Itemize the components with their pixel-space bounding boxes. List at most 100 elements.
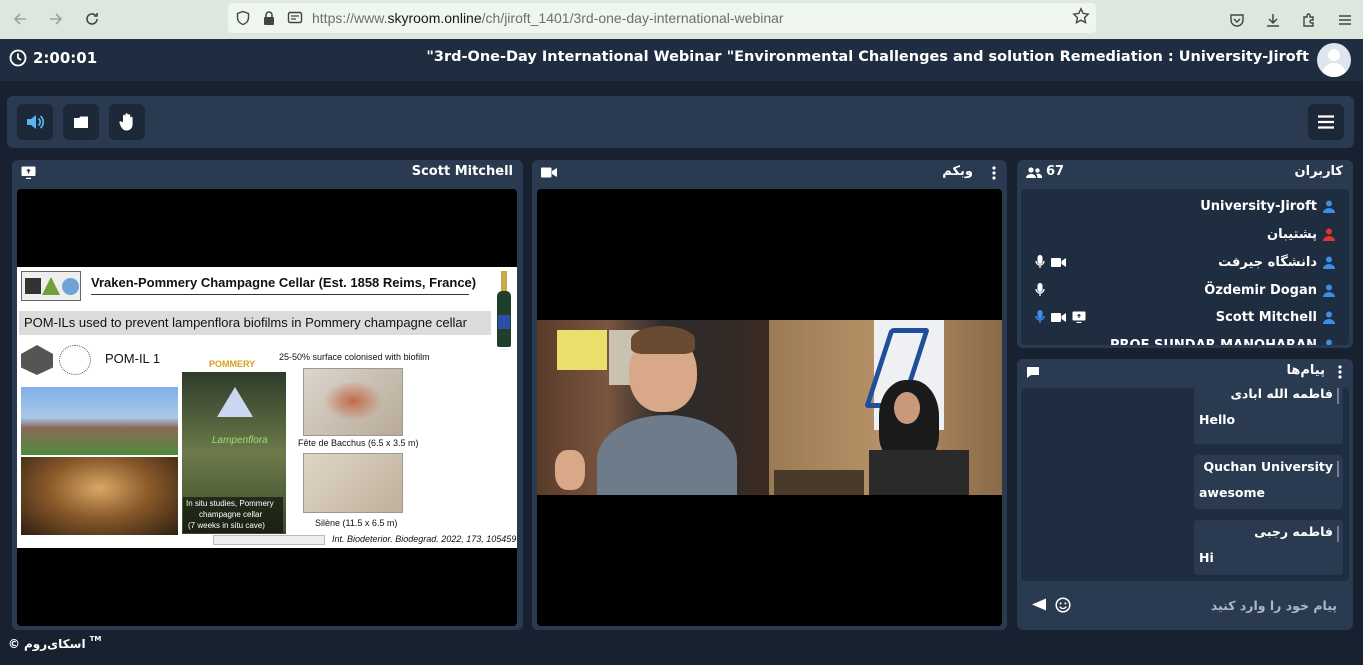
cellar-tunnel-photo (21, 457, 178, 535)
speaker-button[interactable] (17, 104, 53, 140)
chat-message: Quchan University awesome (1194, 455, 1343, 509)
user-row[interactable]: PROF SUNDAR MANOHARAN (1110, 334, 1335, 345)
more-options-icon[interactable] (992, 166, 996, 180)
hand-icon (119, 113, 133, 131)
hamburger-icon (1318, 115, 1334, 129)
chat-input[interactable] (1077, 592, 1337, 618)
user-row[interactable]: پشتیبان (1267, 223, 1335, 245)
user-row[interactable]: University-Jiroft (1200, 195, 1335, 217)
user-media-status (1035, 255, 1066, 269)
user-icon (1326, 339, 1332, 345)
chat-bubble-icon (1027, 367, 1039, 378)
user-name: Özdemir Dogan (1204, 282, 1317, 298)
forward-button[interactable] (38, 1, 74, 37)
light-glow (217, 387, 253, 417)
user-icon (1323, 256, 1335, 269)
arrow-right-icon (50, 13, 63, 25)
compound-label: POM-IL 1 (105, 351, 161, 366)
address-bar[interactable]: https://www.skyroom.online/ch/jiroft_140… (228, 3, 1096, 33)
chat-message: فاطمه الله آبادی Hello (1194, 388, 1343, 444)
user-media-status (1035, 310, 1086, 324)
user-name: دانشگاه جیرفت (1218, 254, 1317, 270)
pocket-icon (1230, 13, 1244, 27)
presenter-name: Scott Mitchell (411, 164, 513, 179)
users-list[interactable]: University-Jiroft پشتیبان دانشگاه جیرفت Özd… (1021, 189, 1349, 345)
url-text: https://www.skyroom.online/ch/jiroft_140… (312, 10, 784, 26)
user-icon (1323, 200, 1335, 213)
users-icon (1026, 167, 1042, 178)
chat-messages[interactable]: فاطمه الله آبادی Hello Quchan University… (1021, 388, 1349, 581)
camera-icon (1051, 257, 1066, 267)
shield-icon[interactable] (232, 7, 254, 29)
user-icon (1323, 311, 1335, 324)
controls-toolbar (7, 96, 1354, 148)
slide-heading: Vraken-Pommery Champagne Cellar (Est. 18… (91, 275, 477, 290)
message-sender: فاطمه رجبی (1254, 524, 1333, 539)
chat-message: فاطمه رجبی Hi (1194, 520, 1343, 575)
downloads-button[interactable] (1255, 2, 1291, 38)
bookmark-star-icon[interactable] (1072, 7, 1090, 29)
screen-share-viewport[interactable]: Vraken-Pommery Champagne Cellar (Est. 18… (17, 189, 517, 626)
camera-icon (1051, 312, 1066, 322)
insitu-note-2: champagne cellar (199, 510, 263, 519)
arrow-left-icon (13, 13, 26, 25)
footer-brand: © اسکای‌روم TM (8, 635, 102, 651)
user-row[interactable]: Özdemir Dogan (1204, 279, 1335, 301)
chat-panel: پیام‌ها فاطمه الله آبادی Hello Quchan Un… (1017, 359, 1353, 630)
pommery-estate-photo (21, 387, 178, 455)
message-text: Hello (1199, 412, 1236, 427)
raise-hand-button[interactable] (109, 104, 145, 140)
citation: Int. Biodeterior. Biodegrad. 2022, 173, … (332, 534, 517, 544)
microphone-icon (1035, 283, 1045, 296)
biofilm-stain (323, 381, 383, 421)
send-icon[interactable] (1032, 598, 1046, 611)
cation-image (59, 345, 91, 375)
webcam-panel: وبکم (532, 160, 1007, 630)
message-text: awesome (1199, 485, 1265, 500)
browser-menu-button[interactable] (1327, 2, 1363, 38)
more-options-icon[interactable] (1338, 365, 1342, 379)
silene-carving-photo (303, 453, 403, 513)
chat-title: پیام‌ها (1286, 363, 1326, 378)
user-icon (1323, 228, 1335, 241)
timer-value: 2:00:01 (33, 49, 98, 67)
insitu-note-1: In situ studies, Pommery (186, 499, 274, 508)
emoji-icon[interactable] (1055, 597, 1071, 613)
webcam-feed-speaker (537, 320, 769, 495)
main-menu-button[interactable] (1308, 104, 1344, 140)
browser-toolbar: https://www.skyroom.online/ch/jiroft_140… (0, 0, 1363, 39)
brand-label: POMMERY (209, 359, 256, 369)
caption-silene: Silène (11.5 x 6.5 m) (315, 518, 398, 528)
reload-icon (86, 13, 98, 25)
speaker-icon (27, 115, 45, 129)
webcam-viewport[interactable] (537, 189, 1002, 626)
extensions-button[interactable] (1291, 2, 1327, 38)
speaker-sweater (597, 415, 737, 495)
molecule-image (21, 345, 53, 375)
users-panel: 67 کاربران University-Jiroft پشتیبان دانشگ… (1017, 160, 1353, 348)
permissions-icon[interactable] (284, 7, 306, 29)
user-row[interactable]: Scott Mitchell (1216, 306, 1335, 328)
message-sender: Quchan University (1203, 459, 1334, 474)
reload-button[interactable] (74, 1, 110, 37)
user-row[interactable]: دانشگاه جیرفت (1218, 251, 1335, 273)
meeting-title: "3rd-One-Day International Webinar "Envi… (426, 49, 1309, 65)
trademark: TM (89, 635, 102, 643)
screen-share-panel: Scott Mitchell Vraken-Pommery Champagne … (12, 160, 523, 630)
pocket-button[interactable] (1219, 2, 1255, 38)
avatar[interactable] (1317, 43, 1351, 77)
presentation-slide: Vraken-Pommery Champagne Cellar (Est. 18… (17, 267, 517, 548)
video-camera-icon (541, 167, 557, 178)
champagne-bottle (495, 271, 513, 347)
user-icon (1323, 284, 1335, 297)
webcam-feed-host (769, 320, 1002, 495)
user-media-status (1035, 283, 1045, 297)
back-button[interactable] (2, 1, 38, 37)
brand-name: اسکای‌روم (24, 637, 86, 651)
microphone-icon (1035, 255, 1045, 268)
screen-share-icon (21, 166, 36, 179)
share-files-button[interactable] (63, 104, 99, 140)
message-sender: فاطمه الله آبادی (1230, 388, 1333, 401)
lampenflora-label: Lampenflora (212, 435, 268, 446)
lock-icon[interactable] (258, 7, 280, 29)
